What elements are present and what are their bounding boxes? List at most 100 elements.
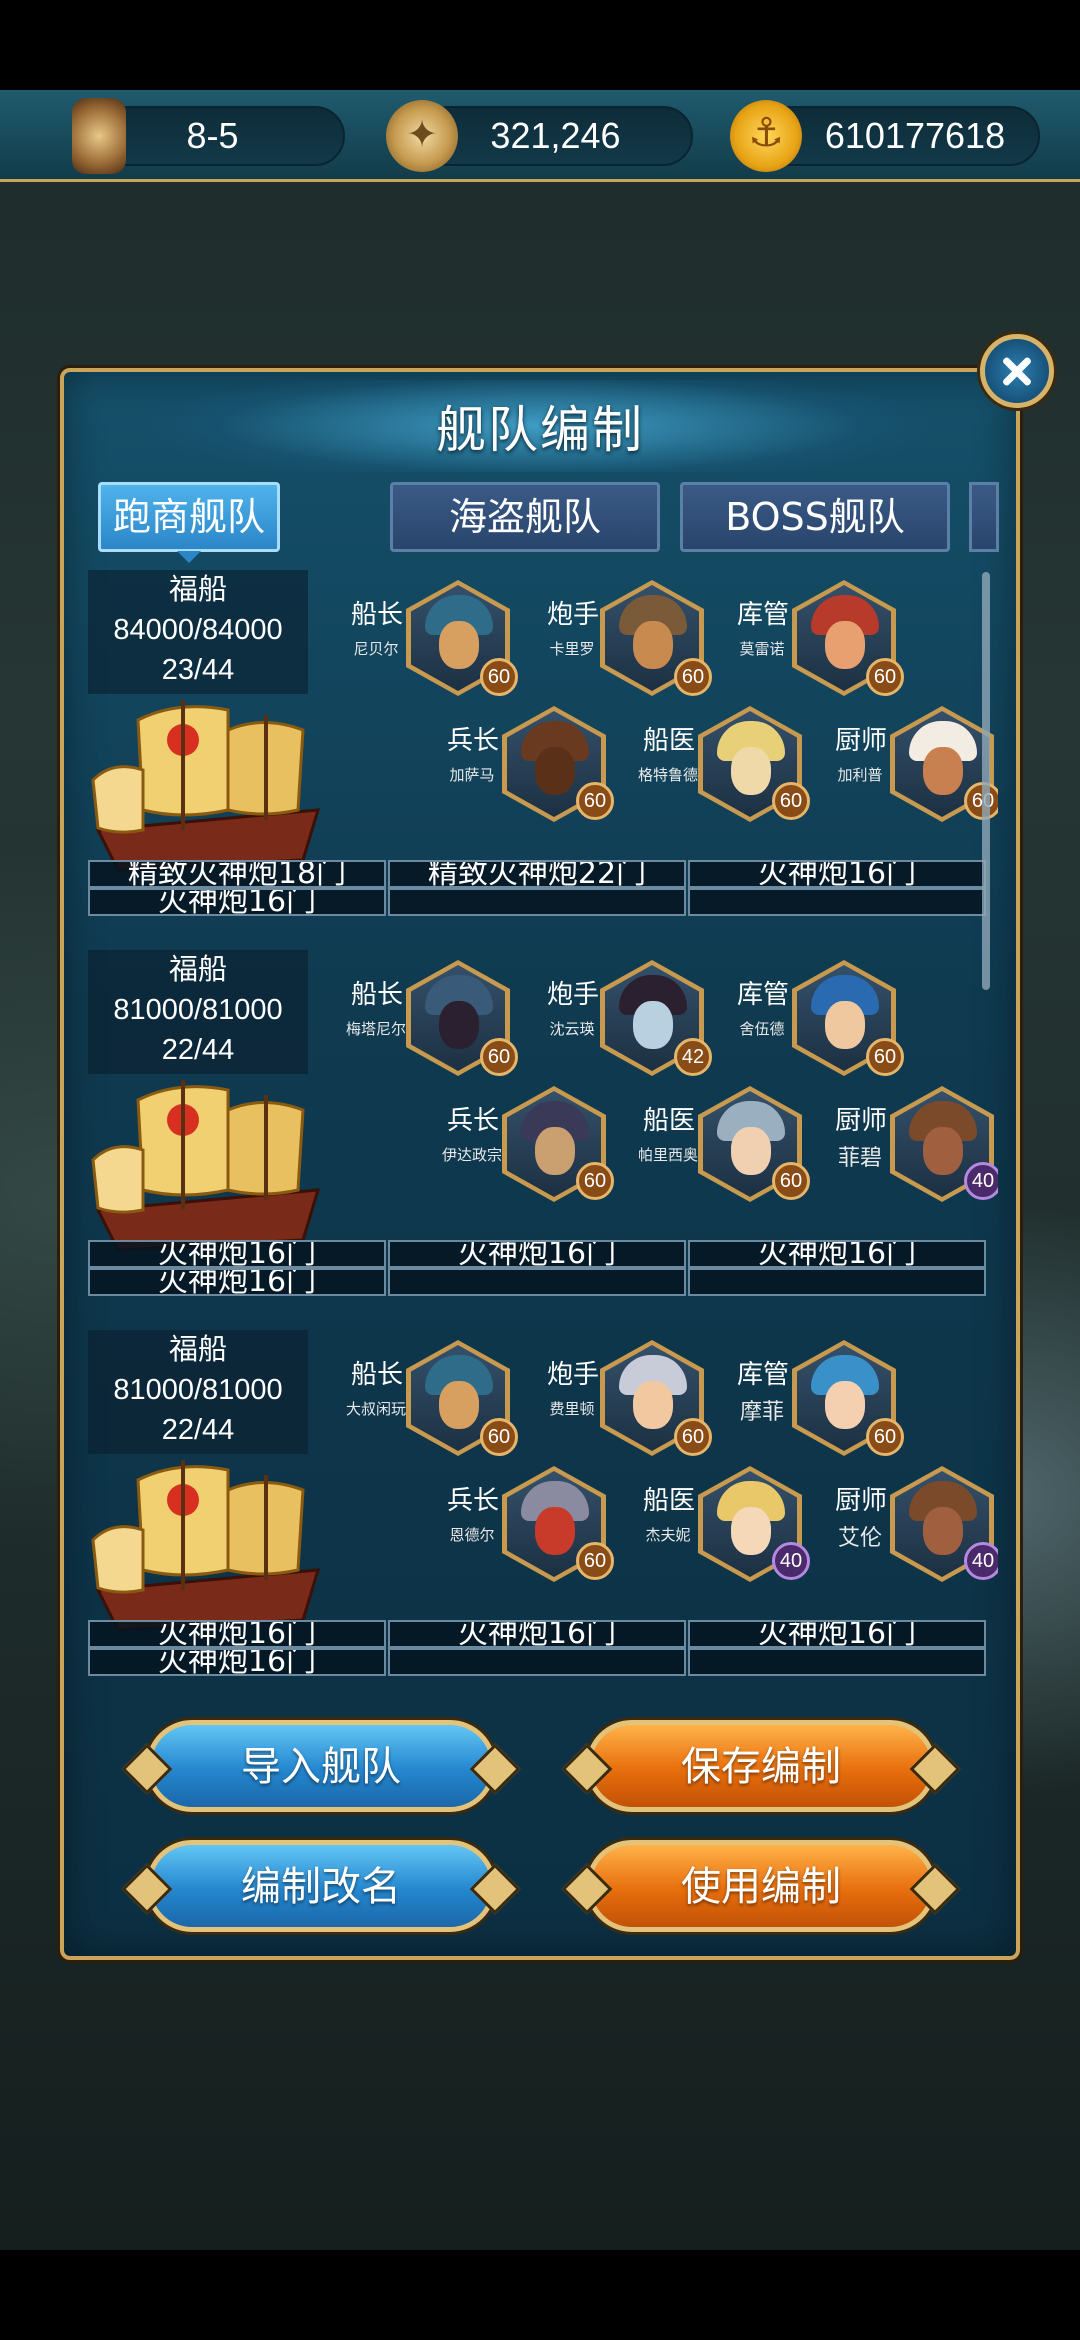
crew-level-badge: 60 bbox=[772, 782, 810, 820]
ship-info: 福船 81000/81000 22/44 bbox=[88, 950, 308, 1074]
fleet-card[interactable]: 福船 81000/81000 22/44 船长 大叔闲玩 60 炮手 费里顿 60 库管 摩菲 60 兵… bbox=[88, 1330, 998, 1688]
resource-compass: 321,246 bbox=[386, 100, 693, 172]
crew-level-badge: 40 bbox=[964, 1542, 998, 1580]
crew-role-label: 库管 bbox=[736, 1360, 789, 1390]
crew-name: 莫雷诺 bbox=[739, 640, 785, 658]
ship-type: 福船 bbox=[168, 1334, 227, 1366]
cannon-slot[interactable] bbox=[388, 888, 686, 916]
cannon-slot[interactable]: 火神炮16门 bbox=[88, 1620, 386, 1648]
cannon-slot[interactable]: 火神炮16门 bbox=[688, 860, 986, 888]
fleet-card[interactable]: 福船 81000/81000 22/44 船长 梅塔尼尔 60 炮手 沈云瑛 42 库管 舍伍德 60… bbox=[88, 950, 998, 1330]
crew-level-badge: 60 bbox=[866, 658, 904, 696]
fleet-card[interactable]: 福船 84000/84000 23/44 船长尼贝尔 60 炮手卡里罗 60 库管莫雷诺 60 兵… bbox=[88, 570, 998, 950]
crew-role-label: 炮手 bbox=[546, 980, 599, 1010]
cannon-slot[interactable]: 精致火神炮22门 bbox=[388, 860, 686, 888]
crew-role-label: 炮手 bbox=[546, 1360, 599, 1390]
gold-value: 610177618 bbox=[824, 115, 1006, 156]
crew-role-label: 厨师 bbox=[834, 1106, 887, 1136]
crew-name: 帕里西奥 bbox=[637, 1146, 698, 1164]
crew-role-label: 船医 bbox=[642, 726, 695, 756]
crew-name: 费里顿 bbox=[549, 1400, 595, 1418]
tab-more[interactable] bbox=[969, 482, 999, 552]
cannon-slot[interactable]: 火神炮16门 bbox=[88, 1240, 386, 1268]
save-formation-button[interactable]: 保存编制 bbox=[586, 1720, 936, 1812]
cannon-slot[interactable]: 火神炮16门 bbox=[88, 888, 386, 916]
tab-trade-fleet[interactable]: 跑商舰队 bbox=[98, 482, 280, 563]
crew-level-badge: 60 bbox=[576, 1162, 614, 1200]
cannon-grid: 火神炮16门 火神炮16门 火神炮16门 火神炮16门 bbox=[88, 1240, 988, 1296]
status-bar bbox=[0, 0, 1080, 90]
cannon-slot[interactable] bbox=[388, 1268, 686, 1296]
ship-type: 福船 bbox=[168, 574, 227, 606]
crew-role-label: 炮手 bbox=[546, 600, 599, 630]
crew-name: 加萨马 bbox=[449, 766, 495, 784]
cannon-grid: 火神炮16门 火神炮16门 火神炮16门 火神炮16门 bbox=[88, 1620, 988, 1676]
ship-crew-count: 22/44 bbox=[161, 1414, 235, 1446]
cannon-slot[interactable]: 火神炮16门 bbox=[688, 1240, 986, 1268]
crew-role-label: 厨师 bbox=[834, 1486, 887, 1516]
cannon-slot[interactable] bbox=[688, 1268, 986, 1296]
ship-crew-count: 23/44 bbox=[161, 654, 235, 686]
ship-info: 福船 81000/81000 22/44 bbox=[88, 1330, 308, 1454]
crew-level-badge: 40 bbox=[964, 1162, 998, 1200]
nav-bar bbox=[0, 2250, 1080, 2340]
crew-level-badge: 60 bbox=[480, 1418, 518, 1456]
crew-role-label: 船医 bbox=[642, 1106, 695, 1136]
tab-boss-fleet[interactable]: BOSS舰队 bbox=[680, 482, 950, 552]
ship-info: 福船 84000/84000 23/44 bbox=[88, 570, 308, 694]
crew-name: 菲碧 bbox=[837, 1146, 882, 1171]
use-formation-button[interactable]: 使用编制 bbox=[586, 1840, 936, 1932]
fleet-list[interactable]: 福船 84000/84000 23/44 船长 尼贝尔 60 炮手 卡里罗 60 库管 莫雷诺 60 兵… bbox=[88, 570, 998, 1688]
crew-name: 尼贝尔 bbox=[353, 640, 399, 658]
crew-role-label: 兵长 bbox=[446, 726, 499, 756]
crew-name: 艾伦 bbox=[837, 1526, 882, 1551]
crew-level-badge: 60 bbox=[674, 658, 712, 696]
crew-name: 恩德尔 bbox=[449, 1526, 495, 1544]
crew-level-badge: 40 bbox=[772, 1542, 810, 1580]
crew-role-label: 库管 bbox=[736, 980, 789, 1010]
crew-level-badge: 60 bbox=[576, 782, 614, 820]
crew-name: 沈云瑛 bbox=[549, 1020, 595, 1038]
cannon-slot[interactable]: 火神炮16门 bbox=[388, 1240, 686, 1268]
fleet-formation-panel: 舰队编制 跑商舰队 海盗舰队 BOSS舰队 福船 84000/84000 23/44… bbox=[60, 368, 1020, 1960]
crew-role-label: 船长 bbox=[350, 600, 403, 630]
crew-level-badge: 60 bbox=[866, 1418, 904, 1456]
crew-name: 加利普 bbox=[837, 766, 883, 784]
crew-level-badge: 42 bbox=[674, 1038, 712, 1076]
crew-level-badge: 60 bbox=[674, 1418, 712, 1456]
crew-level-badge: 60 bbox=[772, 1162, 810, 1200]
compass-value: 321,246 bbox=[490, 115, 621, 156]
crew-role-label: 厨师 bbox=[834, 726, 887, 756]
scrollbar[interactable] bbox=[982, 572, 990, 990]
import-fleet-button[interactable]: 导入舰队 bbox=[146, 1720, 496, 1812]
cannon-slot[interactable] bbox=[688, 1648, 986, 1676]
crew-name: 卡里罗 bbox=[549, 640, 595, 658]
cannon-grid: 精致火神炮18门 精致火神炮22门 火神炮16门 火神炮16门 bbox=[88, 860, 988, 916]
ship-durability: 81000/81000 bbox=[113, 1374, 283, 1406]
close-button[interactable] bbox=[980, 334, 1054, 408]
cannon-slot[interactable]: 火神炮16门 bbox=[688, 1620, 986, 1648]
crew-role-label: 船医 bbox=[642, 1486, 695, 1516]
ship-type: 福船 bbox=[168, 954, 227, 986]
crew-role-label: 库管 bbox=[736, 600, 789, 630]
cannon-slot[interactable]: 火神炮16门 bbox=[388, 1620, 686, 1648]
crew-role-label: 船长 bbox=[350, 1360, 403, 1390]
crew-level-badge: 60 bbox=[480, 1038, 518, 1076]
cannon-slot[interactable]: 火神炮16门 bbox=[88, 1648, 386, 1676]
resource-stage: 8-5 bbox=[72, 98, 345, 174]
cannon-slot[interactable]: 精致火神炮18门 bbox=[88, 860, 386, 888]
cannon-slot[interactable]: 火神炮16门 bbox=[88, 1268, 386, 1296]
crew-name: 梅塔尼尔 bbox=[345, 1020, 406, 1038]
crew-name: 摩菲 bbox=[739, 1400, 784, 1425]
crew-level-badge: 60 bbox=[866, 1038, 904, 1076]
crew-name: 格特鲁德 bbox=[637, 766, 698, 784]
panel-title: 舰队编制 bbox=[436, 401, 644, 459]
tab-pirate-fleet[interactable]: 海盗舰队 bbox=[390, 482, 660, 552]
crew-name: 杰夫妮 bbox=[645, 1526, 691, 1544]
cannon-slot[interactable] bbox=[388, 1648, 686, 1676]
cannon-slot[interactable] bbox=[688, 888, 986, 916]
rename-formation-button[interactable]: 编制改名 bbox=[146, 1840, 496, 1932]
crew-name: 伊达政宗 bbox=[441, 1146, 502, 1164]
resource-bar: 8-5 321,246 610177618 bbox=[0, 90, 1080, 182]
crew-level-badge: 60 bbox=[480, 658, 518, 696]
